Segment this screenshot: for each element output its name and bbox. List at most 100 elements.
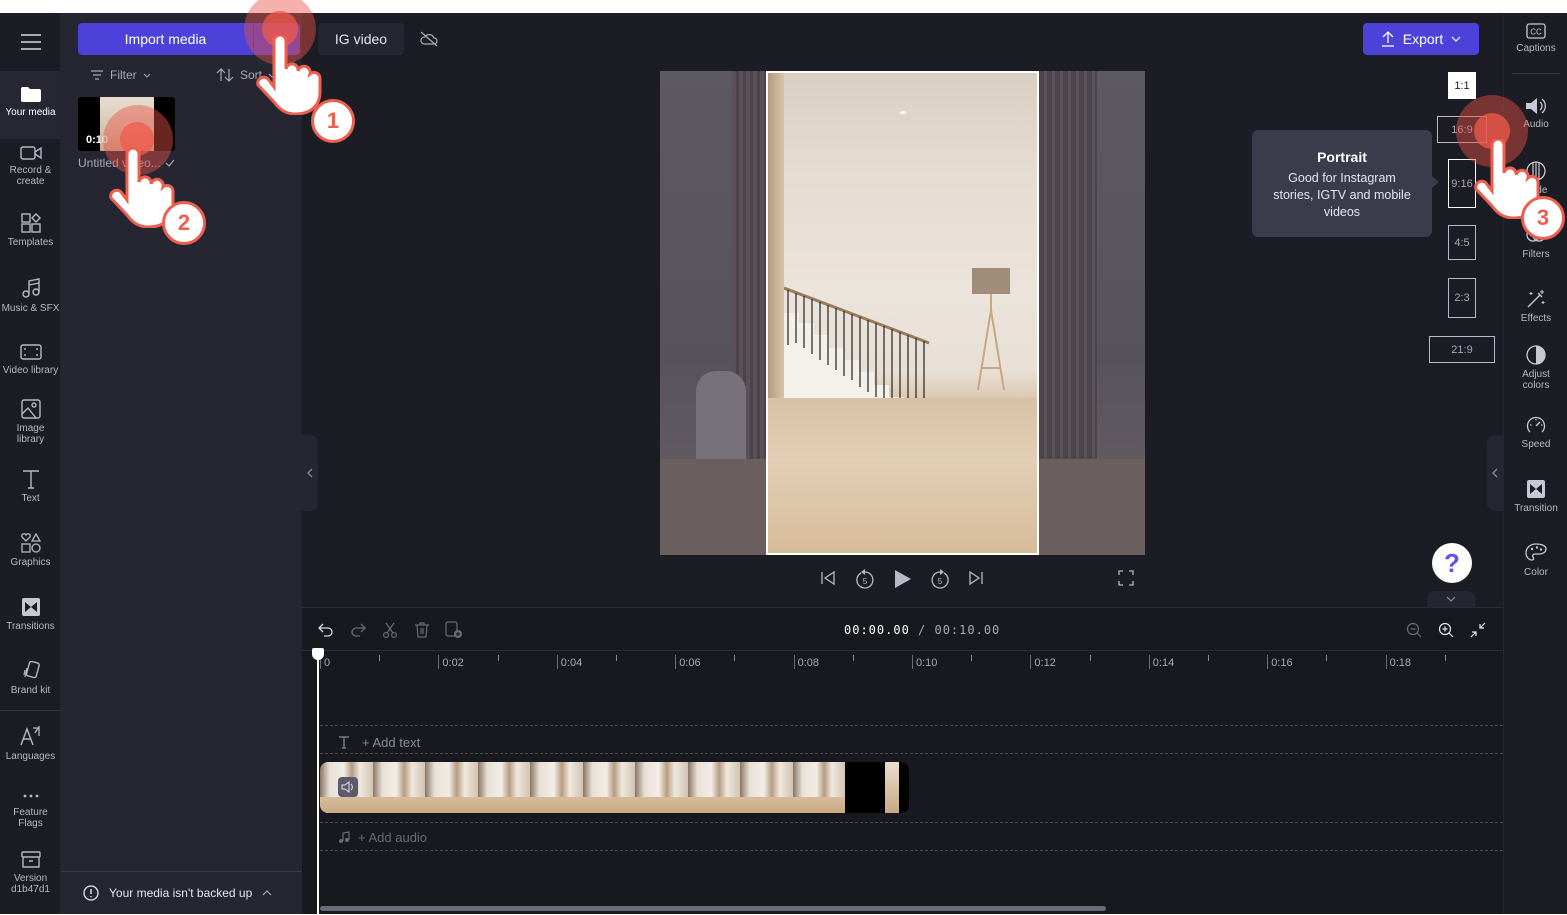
- brand-kit-icon: [22, 661, 40, 679]
- sidebar-item-adjust-colors[interactable]: Adjust colors: [1504, 345, 1567, 391]
- backup-status-bar[interactable]: Your media isn't backed up: [61, 871, 302, 914]
- ruler-major-tick: [793, 655, 795, 669]
- help-button[interactable]: ?: [1432, 543, 1472, 583]
- clip-end-frame: [885, 762, 899, 813]
- aspect-ratio-2-3[interactable]: 2:3: [1448, 278, 1476, 318]
- sidebar-item-brand-kit[interactable]: Brand kit: [0, 661, 61, 715]
- trash-icon: [415, 622, 429, 638]
- sidebar-item-templates[interactable]: Templates: [0, 213, 61, 267]
- sidebar-item-image-library[interactable]: Image library: [0, 399, 61, 461]
- languages-icon: [19, 726, 40, 746]
- clip-frame: [687, 762, 740, 813]
- duplicate-button[interactable]: [444, 620, 464, 640]
- sort-icon: [216, 68, 234, 82]
- zoom-in-icon: [1438, 622, 1454, 638]
- video-clip[interactable]: [320, 762, 909, 813]
- skip-to-end-button[interactable]: [966, 568, 986, 588]
- clip-frame: [530, 762, 583, 813]
- ruler-major-tick: [556, 655, 558, 669]
- sidebar-item-label: Image library: [16, 423, 45, 445]
- ruler-minor-tick: [616, 655, 617, 661]
- delete-button[interactable]: [412, 620, 432, 640]
- playhead[interactable]: [317, 648, 319, 915]
- sidebar-item-feature-flags[interactable]: Feature Flags: [0, 789, 61, 849]
- sidebar-item-transition[interactable]: Transition: [1504, 479, 1567, 514]
- zoom-in-button[interactable]: [1436, 620, 1456, 640]
- aspect-ratio-4-5[interactable]: 4:5: [1448, 225, 1476, 260]
- hamburger-icon: [20, 34, 41, 50]
- sidebar-item-text[interactable]: Text: [0, 469, 61, 523]
- video-preview[interactable]: [660, 71, 1145, 555]
- sidebar-item-languages[interactable]: Languages: [0, 725, 61, 779]
- forward-5-button[interactable]: 5: [929, 568, 951, 590]
- sidebar-item-speed[interactable]: Speed: [1504, 415, 1567, 450]
- clip-frame: [635, 762, 688, 813]
- collapse-preview-button[interactable]: [1427, 591, 1475, 607]
- add-audio-label: + Add audio: [358, 830, 428, 845]
- svg-text:5: 5: [863, 577, 868, 586]
- sidebar-item-label: Templates: [7, 237, 54, 248]
- sidebar-item-captions[interactable]: CC Captions: [1504, 23, 1567, 54]
- sidebar-item-color[interactable]: Color: [1504, 543, 1567, 578]
- project-title-button[interactable]: IG video: [318, 23, 404, 55]
- ruler-tick-label: 0:06: [679, 657, 701, 669]
- ruler-minor-tick: [1326, 655, 1328, 661]
- sidebar-item-record-create[interactable]: Record & create: [0, 145, 61, 205]
- export-button[interactable]: Export: [1363, 23, 1479, 55]
- fit-timeline-button[interactable]: [1468, 620, 1488, 640]
- text-icon: [22, 470, 39, 489]
- project-title: IG video: [334, 31, 388, 47]
- floor-lamp-graphic: [972, 268, 1010, 391]
- redo-button[interactable]: [348, 620, 368, 640]
- tooltip-body: Good for Instagram stories, IGTV and mob…: [1273, 171, 1411, 219]
- aspect-ratio-tooltip: Portrait Good for Instagram stories, IGT…: [1252, 130, 1439, 237]
- add-text-track-button[interactable]: + Add text: [338, 735, 420, 750]
- step-badge-3: 3: [1521, 196, 1565, 240]
- timeline-scrollbar[interactable]: [320, 906, 1106, 911]
- split-button[interactable]: [380, 620, 400, 640]
- cloud-sync-button[interactable]: [414, 23, 444, 55]
- play-button[interactable]: [892, 568, 914, 590]
- undo-button[interactable]: [316, 620, 336, 640]
- cloud-off-icon: [420, 31, 438, 47]
- effects-icon: [1527, 290, 1545, 308]
- sidebar-item-transitions[interactable]: Transitions: [0, 597, 61, 651]
- media-panel: Import media Filter Sort 0:10 Untitled v…: [61, 13, 302, 914]
- clip-audio-toggle[interactable]: [338, 777, 358, 797]
- ruler-minor-tick: [734, 655, 736, 661]
- sidebar-item-your-media[interactable]: Your media: [0, 71, 61, 139]
- undo-icon: [318, 623, 333, 637]
- pointer-hand-icon: [256, 35, 322, 115]
- rewind-5-button[interactable]: 5: [854, 568, 876, 590]
- templates-icon: [20, 213, 41, 233]
- sidebar-item-video-library[interactable]: Video library: [0, 343, 61, 397]
- sidebar-item-music-sfx[interactable]: Music & SFX: [0, 277, 61, 331]
- filter-button[interactable]: Filter: [90, 68, 151, 82]
- archive-icon: [20, 851, 41, 868]
- fullscreen-button[interactable]: [1116, 568, 1136, 588]
- collapse-media-panel-button[interactable]: [302, 435, 318, 511]
- sidebar-item-graphics[interactable]: Graphics: [0, 533, 61, 587]
- timeline-ruler[interactable]: 0 0:02 0:04 0:06 0:08 0:10 0:12 0:14 0:16 0:18: [302, 650, 1503, 672]
- sidebar-item-effects[interactable]: Effects: [1504, 289, 1567, 324]
- ruler-major-tick: [675, 655, 677, 669]
- music-icon: [21, 278, 40, 298]
- captions-icon: CC: [1526, 23, 1546, 39]
- image-icon: [20, 399, 41, 419]
- sidebar-item-version[interactable]: Version d1b47d1: [0, 851, 61, 911]
- playhead-handle[interactable]: [312, 648, 324, 660]
- skip-to-start-button[interactable]: [818, 568, 838, 588]
- aspect-ratio-21-9[interactable]: 21:9: [1429, 336, 1495, 363]
- forward-5-icon: 5: [931, 569, 949, 589]
- sidebar-divider: [1512, 73, 1560, 74]
- add-audio-track-button[interactable]: + Add audio: [338, 830, 427, 845]
- speed-icon: [1526, 416, 1546, 433]
- collapse-properties-panel-button[interactable]: [1487, 435, 1503, 511]
- zoom-out-button[interactable]: [1404, 620, 1424, 640]
- ruler-tick-label: 0: [324, 657, 331, 669]
- current-time: 00:00.00: [844, 623, 910, 637]
- aspect-ratio-1-1[interactable]: 1:1: [1448, 72, 1476, 99]
- menu-button[interactable]: [0, 13, 61, 71]
- skip-forward-icon: [969, 570, 983, 586]
- ruler-tick-label: 0:10: [916, 657, 938, 669]
